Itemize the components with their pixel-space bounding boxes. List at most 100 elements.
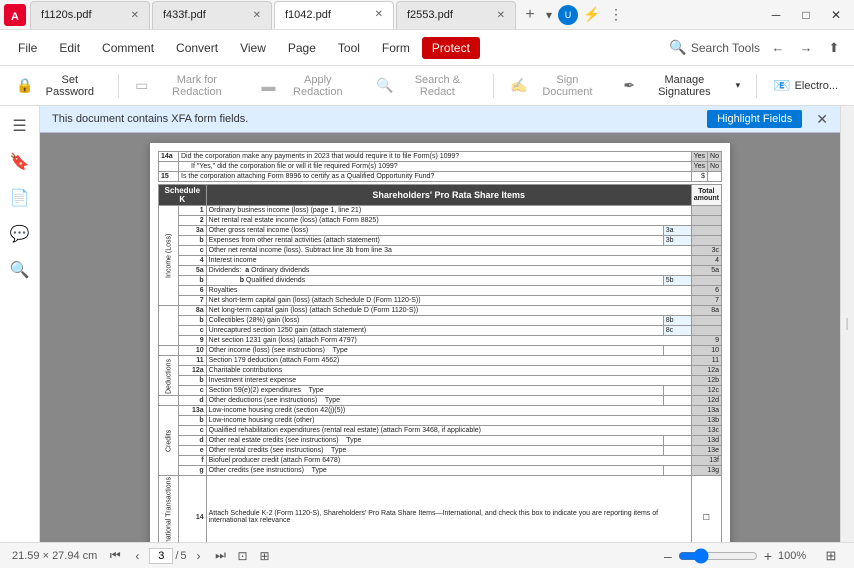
tab-f433f[interactable]: f433f.pdf ✕ [152,1,272,29]
row-8c-shaded [691,326,721,336]
notification-close-icon[interactable]: ✕ [816,111,828,128]
row-7-input[interactable]: 7 [691,296,721,306]
row-13a-input[interactable]: 13a [691,406,721,416]
lock-icon: 🔒 [16,77,33,94]
menu-item-comment[interactable]: Comment [92,37,164,59]
q14b-yes[interactable]: Yes [691,162,707,172]
next-page-button[interactable]: › [189,546,209,566]
row-3c-input[interactable]: 3c [691,246,721,256]
menu-item-protect[interactable]: Protect [422,37,480,59]
close-button[interactable]: ✕ [822,5,850,25]
zoom-in-icon[interactable]: + [764,548,772,564]
row-12c-input[interactable]: 12c [691,386,721,396]
maximize-button[interactable]: □ [792,5,820,25]
manage-signatures-button[interactable]: ✒ Manage Signatures ▾ [615,70,748,102]
tab-overflow-button[interactable]: ▾ [542,8,556,22]
pdf-container[interactable]: 14a Did the corporation make any payment… [40,133,840,542]
tab-f1042[interactable]: f1042.pdf ✕ [274,1,394,29]
row-13c-input[interactable]: 13c [691,426,721,436]
row-3a-input[interactable]: 3a [663,226,691,236]
menu-item-edit[interactable]: Edit [49,37,90,59]
zoom-out-icon[interactable]: – [664,548,672,564]
set-password-button[interactable]: 🔒 Set Password [8,70,110,102]
row-12d-type [663,396,691,406]
row-9-input[interactable]: 9 [691,336,721,346]
electronic-button[interactable]: 📧 Electro... [765,73,846,98]
table-row: c Other net rental income (loss). Subtra… [159,246,722,256]
tab-close-icon[interactable]: ✕ [497,10,505,21]
menu-item-view[interactable]: View [230,37,276,59]
row-12d-input[interactable]: 12d [691,396,721,406]
row-10-input[interactable]: 10 [691,346,721,356]
pages-panel-button[interactable]: 📄 [4,182,36,214]
back-button[interactable]: ← [766,36,790,60]
forward-button[interactable]: → [794,36,818,60]
row-3a-label: Other gross rental income (loss) [206,226,663,236]
search-tools[interactable]: 🔍 Search Tools [669,39,760,56]
fit-width-button[interactable]: ⊞ [255,546,275,566]
search-redact-button[interactable]: 🔍 Search & Redact [368,70,485,102]
user-avatar[interactable]: U [558,5,578,25]
prev-page-button[interactable]: ‹ [127,546,147,566]
new-tab-button[interactable]: + [518,3,542,27]
tab-close-icon[interactable]: ✕ [375,9,383,20]
tab-f2553[interactable]: f2553.pdf ✕ [396,1,516,29]
row-13e-input[interactable]: 13e [691,446,721,456]
view-mode-button[interactable]: ⊞ [820,545,842,567]
tab-close-icon[interactable]: ✕ [253,10,261,21]
sign-document-button[interactable]: ✍ Sign Document [502,70,611,102]
row-3a-right-input[interactable] [691,226,721,236]
minimize-button[interactable]: ─ [762,5,790,25]
row-3b-input[interactable]: 3b [663,236,691,246]
menu-item-page[interactable]: Page [278,37,326,59]
mark-redaction-button[interactable]: ▭ Mark for Redaction [127,70,249,102]
first-page-button[interactable]: ⏮ [105,546,125,566]
search-redact-icon: 🔍 [376,77,393,94]
menu-item-tool[interactable]: Tool [328,37,370,59]
row-11-input[interactable]: 11 [691,356,721,366]
row-14-checkbox[interactable]: ☐ [691,476,721,543]
row-8a-input[interactable]: 8a [691,306,721,316]
q14a-yes[interactable]: Yes [691,152,707,162]
share-button[interactable]: ⬆ [822,36,846,60]
row-8b-input[interactable]: 8b [663,316,691,326]
highlight-fields-button[interactable]: Highlight Fields [707,110,802,128]
row-13b-input[interactable]: 13b [691,416,721,426]
last-page-button[interactable]: ⏭ [211,546,231,566]
row-1-input[interactable] [691,206,721,216]
q14b-no[interactable]: No [708,162,722,172]
electronic-label: Electro... [795,80,838,92]
row-12a-input[interactable]: 12a [691,366,721,376]
bookmark-panel-button[interactable]: 🔖 [4,146,36,178]
row-5a-input[interactable]: 5a [691,266,721,276]
row-12b-input[interactable]: 12b [691,376,721,386]
zoom-slider[interactable] [678,548,758,564]
nav-panel-button[interactable]: ☰ [4,110,36,142]
extra-icon-2[interactable]: ⋮ [604,3,628,27]
current-page-input[interactable] [149,548,173,564]
tab-close-icon[interactable]: ✕ [131,10,139,21]
page-navigation: ⏮ ‹ / 5 › ⏭ ⊡ ⊞ [105,546,274,566]
menu-item-form[interactable]: Form [372,37,420,59]
row-13d-input[interactable]: 13d [691,436,721,446]
row-4-input[interactable]: 4 [691,256,721,266]
menu-item-file[interactable]: File [8,37,47,59]
apply-redaction-button[interactable]: ▬ Apply Redaction [253,70,364,102]
content-area: This document contains XFA form fields. … [40,106,840,542]
extra-icon-1[interactable]: ⚡ [580,3,604,27]
comment-panel-button[interactable]: 💬 [4,218,36,250]
fit-page-button[interactable]: ⊡ [233,546,253,566]
row-5b-input[interactable]: 5b [663,276,691,286]
row-13g-input[interactable]: 13g [691,466,721,476]
q14a-no[interactable]: No [708,152,722,162]
row-2-input[interactable] [691,216,721,226]
row-13f-input[interactable]: 13f [691,456,721,466]
right-panel-handle[interactable]: │ [844,309,852,339]
row-8c-input[interactable]: 8c [663,326,691,336]
q15-checkbox[interactable] [708,172,722,182]
row-3a-num: 3a [178,226,206,236]
search-panel-button[interactable]: 🔍 [4,254,36,286]
row-6-input[interactable]: 6 [691,286,721,296]
tab-f1120s[interactable]: f1120s.pdf ✕ [30,1,150,29]
menu-item-convert[interactable]: Convert [166,37,228,59]
